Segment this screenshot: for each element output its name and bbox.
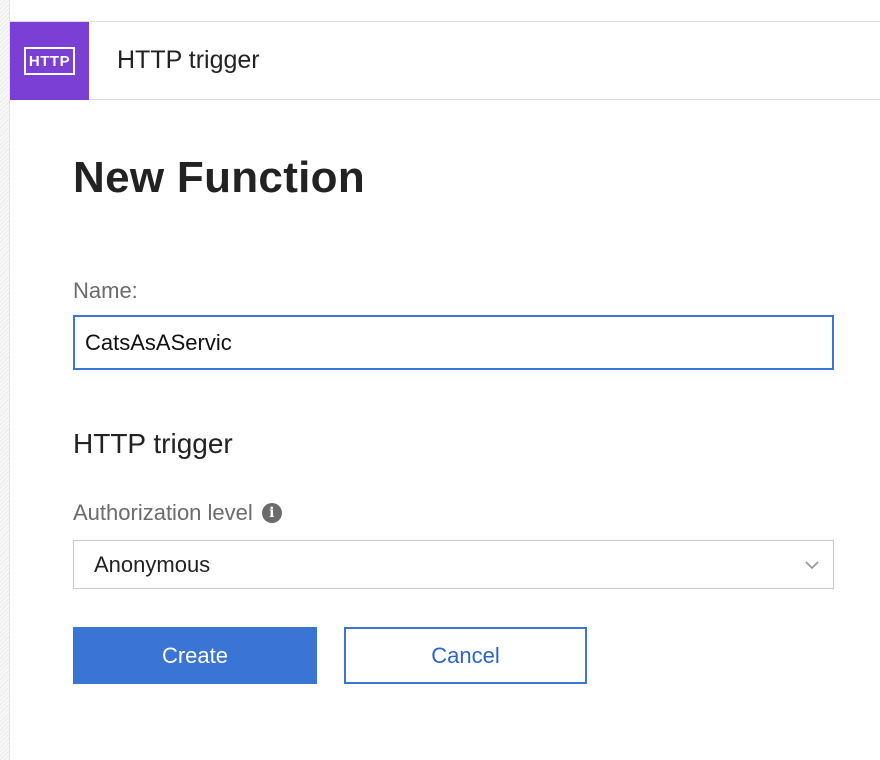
authorization-level-label: Authorization level bbox=[73, 500, 253, 525]
http-template-icon: HTTP bbox=[10, 21, 89, 100]
cancel-button[interactable]: Cancel bbox=[344, 627, 587, 684]
top-strip bbox=[10, 0, 880, 22]
function-name-input[interactable] bbox=[73, 315, 834, 370]
trigger-section-title: HTTP trigger bbox=[73, 428, 233, 459]
create-button[interactable]: Create bbox=[73, 627, 317, 684]
authorization-level-select[interactable]: Anonymous bbox=[73, 540, 834, 589]
name-label: Name: bbox=[73, 278, 138, 303]
authorization-level-label-row: Authorization level i bbox=[73, 500, 282, 526]
info-icon[interactable]: i bbox=[261, 503, 282, 523]
authorization-level-value: Anonymous bbox=[94, 551, 211, 577]
http-badge-text: HTTP bbox=[23, 46, 76, 75]
template-header: HTTP HTTP trigger bbox=[10, 21, 880, 100]
new-function-dialog: HTTP HTTP trigger New Function Name: HTT… bbox=[0, 0, 880, 760]
left-edge-strip bbox=[0, 0, 10, 760]
template-title: HTTP trigger bbox=[117, 46, 260, 74]
page-title: New Function bbox=[73, 153, 366, 202]
function-form: New Function Name: HTTP trigger Authoriz… bbox=[73, 152, 834, 684]
chevron-down-icon bbox=[805, 560, 819, 569]
